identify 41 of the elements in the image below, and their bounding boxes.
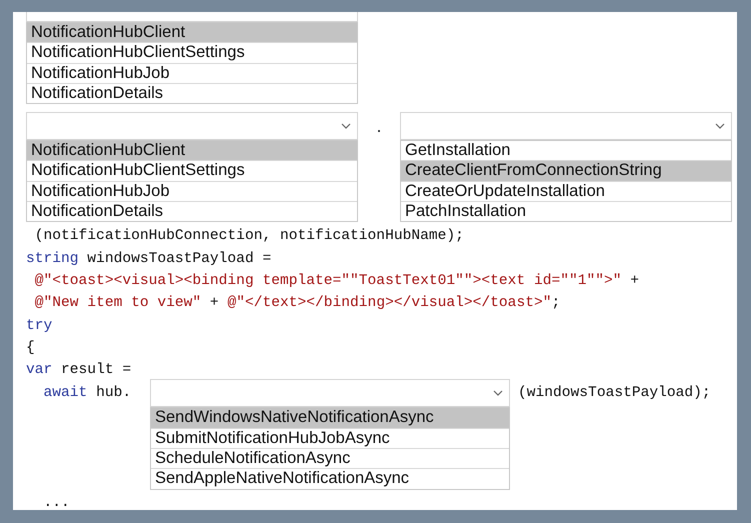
code-text: windowsToastPayload = [86, 250, 272, 267]
code-text: ; [551, 295, 560, 312]
code-text: result = [60, 362, 132, 378]
chevron-down-icon [341, 123, 351, 130]
dropdown-option[interactable]: NotificationHubJob [27, 62, 357, 83]
code-text: @"New item to view" [34, 295, 202, 312]
dropdown-option[interactable]: GetInstallation [401, 141, 731, 160]
dropdown-option[interactable]: NotificationHubClient [27, 23, 357, 42]
dropdown-option[interactable]: NotificationHubClient [27, 141, 357, 160]
code-text: @"</text></binding></visual></toast>" [227, 295, 552, 312]
dropdown-option[interactable]: PatchInstallation [401, 201, 731, 222]
dropdown-option[interactable]: SubmitNotificationHubJobAsync [151, 428, 509, 448]
code-text: var [26, 362, 52, 378]
dot-separator: . [375, 115, 382, 138]
dropdown-option[interactable]: NotificationHubJob [27, 180, 357, 202]
dropdown-option[interactable]: CreateClientFromConnectionString [401, 160, 731, 181]
dropdown-option[interactable]: NotificationHubClientSettings [27, 160, 357, 181]
code-text: (notificationHubConnection, notificationHubName); [34, 228, 464, 244]
code-text: @"<toast><visual><binding template=""ToastText01""><text id=""1"">" [34, 272, 622, 289]
code-text: + [208, 295, 220, 312]
code-text: try [26, 318, 52, 334]
code-text: ... [42, 494, 70, 510]
dropdown-option[interactable]: SendAppleNativeNotificationAsync [151, 468, 509, 489]
dropdown[interactable] [400, 112, 732, 140]
dropdown-option[interactable]: NotificationDetails [27, 82, 357, 104]
dropdown[interactable] [26, 112, 358, 140]
dropdown-option[interactable]: CreateOrUpdateInstallation [401, 180, 731, 202]
code-text: await [42, 385, 88, 402]
dropdown-option[interactable]: NotificationDetails [27, 201, 357, 222]
chevron-down-icon [715, 123, 725, 130]
code-text: { [26, 340, 35, 356]
dropdown-option[interactable]: SendWindowsNativeNotificationAsync [151, 408, 509, 428]
code-text: (windowsToastPayload); [518, 385, 711, 402]
code-text: + [629, 272, 640, 289]
dropdown-option[interactable]: ScheduleNotificationAsync [151, 448, 509, 468]
dropdown[interactable] [26, 12, 358, 22]
dropdown[interactable] [150, 379, 510, 408]
code-text: hub. [95, 385, 132, 402]
dropdown-option[interactable]: NotificationHubClientSettings [27, 42, 357, 63]
chevron-down-icon [493, 390, 503, 396]
code-text: string [26, 250, 79, 267]
